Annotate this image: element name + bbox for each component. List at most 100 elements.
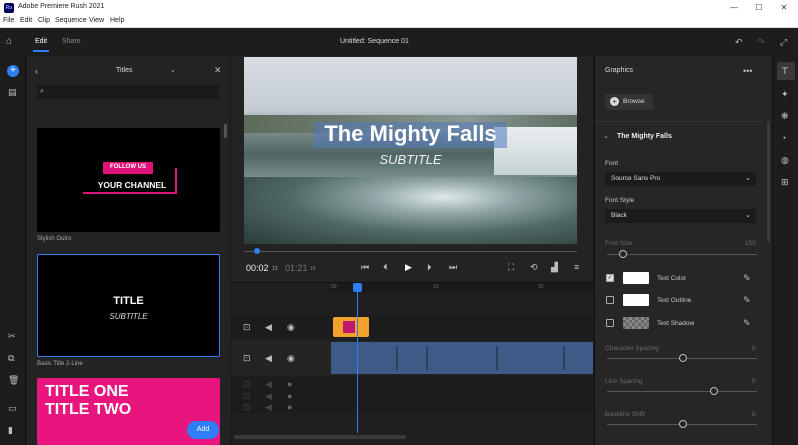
- close-panel-icon[interactable]: ✕: [214, 65, 222, 75]
- effects-icon[interactable]: ✦: [781, 89, 789, 99]
- microphone-icon[interactable]: ●: [287, 402, 292, 412]
- add-media-button[interactable]: +: [7, 65, 19, 77]
- undo-icon[interactable]: ↶: [735, 37, 743, 47]
- titles-search-input[interactable]: ⌕: [37, 85, 219, 99]
- audio-lock-icon[interactable]: ⊡: [243, 391, 251, 401]
- scrollbar-thumb[interactable]: [224, 124, 227, 138]
- title-template-stylish-outro[interactable]: FOLLOW US YOUR CHANNEL: [37, 128, 220, 232]
- line-spacing-value[interactable]: 0: [752, 378, 756, 385]
- chevron-down-icon: ⌄: [745, 175, 751, 182]
- text-outline-checkbox[interactable]: [606, 296, 614, 304]
- browse-label: Browse: [623, 98, 645, 105]
- video-clip[interactable]: [331, 342, 593, 374]
- fit-frame-icon[interactable]: ⛶: [508, 262, 514, 272]
- quality-icon[interactable]: ▟: [551, 262, 558, 272]
- line-spacing-slider-track[interactable]: [607, 391, 757, 392]
- baseline-shift-slider-knob[interactable]: [679, 420, 687, 428]
- lock-icon[interactable]: ⊡: [243, 322, 251, 332]
- loop-icon[interactable]: ⟲: [530, 262, 538, 272]
- tab-share[interactable]: Share: [62, 38, 81, 45]
- audio-icon[interactable]: ◍: [781, 155, 789, 165]
- character-spacing-slider-knob[interactable]: [679, 354, 687, 362]
- minimize-button[interactable]: —: [728, 3, 740, 12]
- mute-icon[interactable]: ◀: [265, 322, 272, 332]
- titles-dropdown-chevron-icon[interactable]: ⌄: [170, 66, 176, 76]
- text-color-checkbox[interactable]: ✓: [606, 274, 614, 282]
- scrub-knob[interactable]: [254, 248, 261, 254]
- timeline-view-icon[interactable]: ▭: [8, 403, 17, 413]
- audio-lock-icon[interactable]: ⊡: [243, 379, 251, 389]
- title-template-basic-title-2-line[interactable]: TITLE SUBTITLE: [37, 254, 220, 357]
- baseline-shift-value[interactable]: 0: [752, 411, 756, 418]
- section-collapse-chevron-icon[interactable]: ⌄: [603, 132, 609, 142]
- go-to-end-icon[interactable]: ⏭: [449, 262, 457, 272]
- menu-help[interactable]: Help: [110, 17, 124, 24]
- microphone-icon[interactable]: ●: [287, 391, 292, 401]
- graphics-scrollbar[interactable]: [767, 122, 770, 242]
- fullscreen-icon[interactable]: ⤢: [780, 37, 787, 47]
- eye-icon[interactable]: ◉: [287, 353, 295, 363]
- go-to-start-icon[interactable]: ⏮: [361, 262, 369, 272]
- playhead-handle[interactable]: [353, 283, 363, 292]
- lock-icon[interactable]: ⊡: [243, 353, 251, 363]
- graphics-icon[interactable]: ⊤: [781, 66, 789, 76]
- eyedropper-icon[interactable]: ✎: [743, 318, 751, 328]
- split-icon[interactable]: ✂: [8, 331, 16, 341]
- playhead[interactable]: [353, 283, 363, 433]
- scrub-bar[interactable]: [244, 251, 577, 252]
- font-size-slider-track[interactable]: [607, 254, 757, 255]
- speed-icon[interactable]: ◔: [781, 133, 786, 143]
- step-back-icon[interactable]: ⏴: [383, 262, 388, 272]
- overlay-title-text[interactable]: The Mighty Falls: [314, 121, 507, 147]
- transform-icon[interactable]: ⊞: [781, 177, 789, 187]
- title-track: [231, 316, 593, 338]
- sequence-title[interactable]: Untitled: Sequence 01: [340, 38, 409, 45]
- home-icon[interactable]: ⌂: [6, 37, 12, 47]
- microphone-icon[interactable]: ●: [287, 379, 292, 389]
- text-outline-swatch[interactable]: [623, 294, 649, 306]
- time-ruler[interactable]: 00 15 30: [331, 283, 593, 292]
- title-clip[interactable]: [333, 317, 369, 337]
- menu-view[interactable]: View: [89, 17, 104, 24]
- eye-icon[interactable]: ◉: [287, 322, 295, 332]
- back-chevron-icon[interactable]: ‹: [35, 66, 38, 76]
- audio-mute-icon[interactable]: ◀: [265, 379, 272, 389]
- add-title-button[interactable]: Add: [187, 421, 219, 439]
- step-forward-icon[interactable]: ⏵: [427, 262, 432, 272]
- viewer-menu-icon[interactable]: ≡: [574, 262, 579, 272]
- text-shadow-swatch[interactable]: [623, 317, 649, 329]
- delete-icon[interactable]: 🗑: [8, 375, 19, 385]
- font-style-dropdown[interactable]: Black ⌄: [605, 209, 756, 223]
- menu-clip[interactable]: Clip: [38, 17, 50, 24]
- audio-mute-icon[interactable]: ◀: [265, 402, 272, 412]
- menu-edit[interactable]: Edit: [20, 17, 32, 24]
- timeline-horizontal-scrollbar[interactable]: [234, 435, 406, 439]
- character-spacing-value[interactable]: 0: [752, 345, 756, 352]
- audio-lock-icon[interactable]: ⊡: [243, 402, 251, 412]
- menu-sequence[interactable]: Sequence: [55, 17, 87, 24]
- font-size-slider-knob[interactable]: [619, 250, 627, 258]
- eyedropper-icon[interactable]: ✎: [743, 295, 751, 305]
- close-window-button[interactable]: ✕: [778, 3, 790, 12]
- mute-icon[interactable]: ◀: [265, 353, 272, 363]
- font-dropdown[interactable]: Source Sans Pro ⌄: [605, 172, 756, 186]
- redo-icon[interactable]: ↷: [757, 37, 765, 47]
- eyedropper-icon[interactable]: ✎: [743, 273, 751, 283]
- video-frame[interactable]: The Mighty Falls SUBTITLE: [244, 57, 577, 244]
- color-icon[interactable]: ❋: [781, 111, 789, 121]
- maximize-button[interactable]: ☐: [753, 3, 765, 12]
- menu-file[interactable]: File: [3, 17, 14, 24]
- duplicate-icon[interactable]: ⧉: [8, 353, 14, 363]
- panel-toggle-icon[interactable]: ▮: [8, 425, 13, 435]
- play-icon[interactable]: ▶: [405, 262, 412, 272]
- text-shadow-checkbox[interactable]: [606, 319, 614, 327]
- browse-button[interactable]: + Browse: [605, 94, 653, 110]
- text-color-swatch[interactable]: [623, 272, 649, 284]
- overlay-subtitle-text[interactable]: SUBTITLE: [314, 152, 507, 167]
- line-spacing-slider-knob[interactable]: [710, 387, 718, 395]
- more-options-icon[interactable]: •••: [743, 66, 752, 76]
- tab-edit[interactable]: Edit: [35, 38, 47, 45]
- project-assets-icon[interactable]: ▤: [8, 87, 17, 97]
- audio-mute-icon[interactable]: ◀: [265, 391, 272, 401]
- font-size-value[interactable]: 150: [745, 240, 756, 247]
